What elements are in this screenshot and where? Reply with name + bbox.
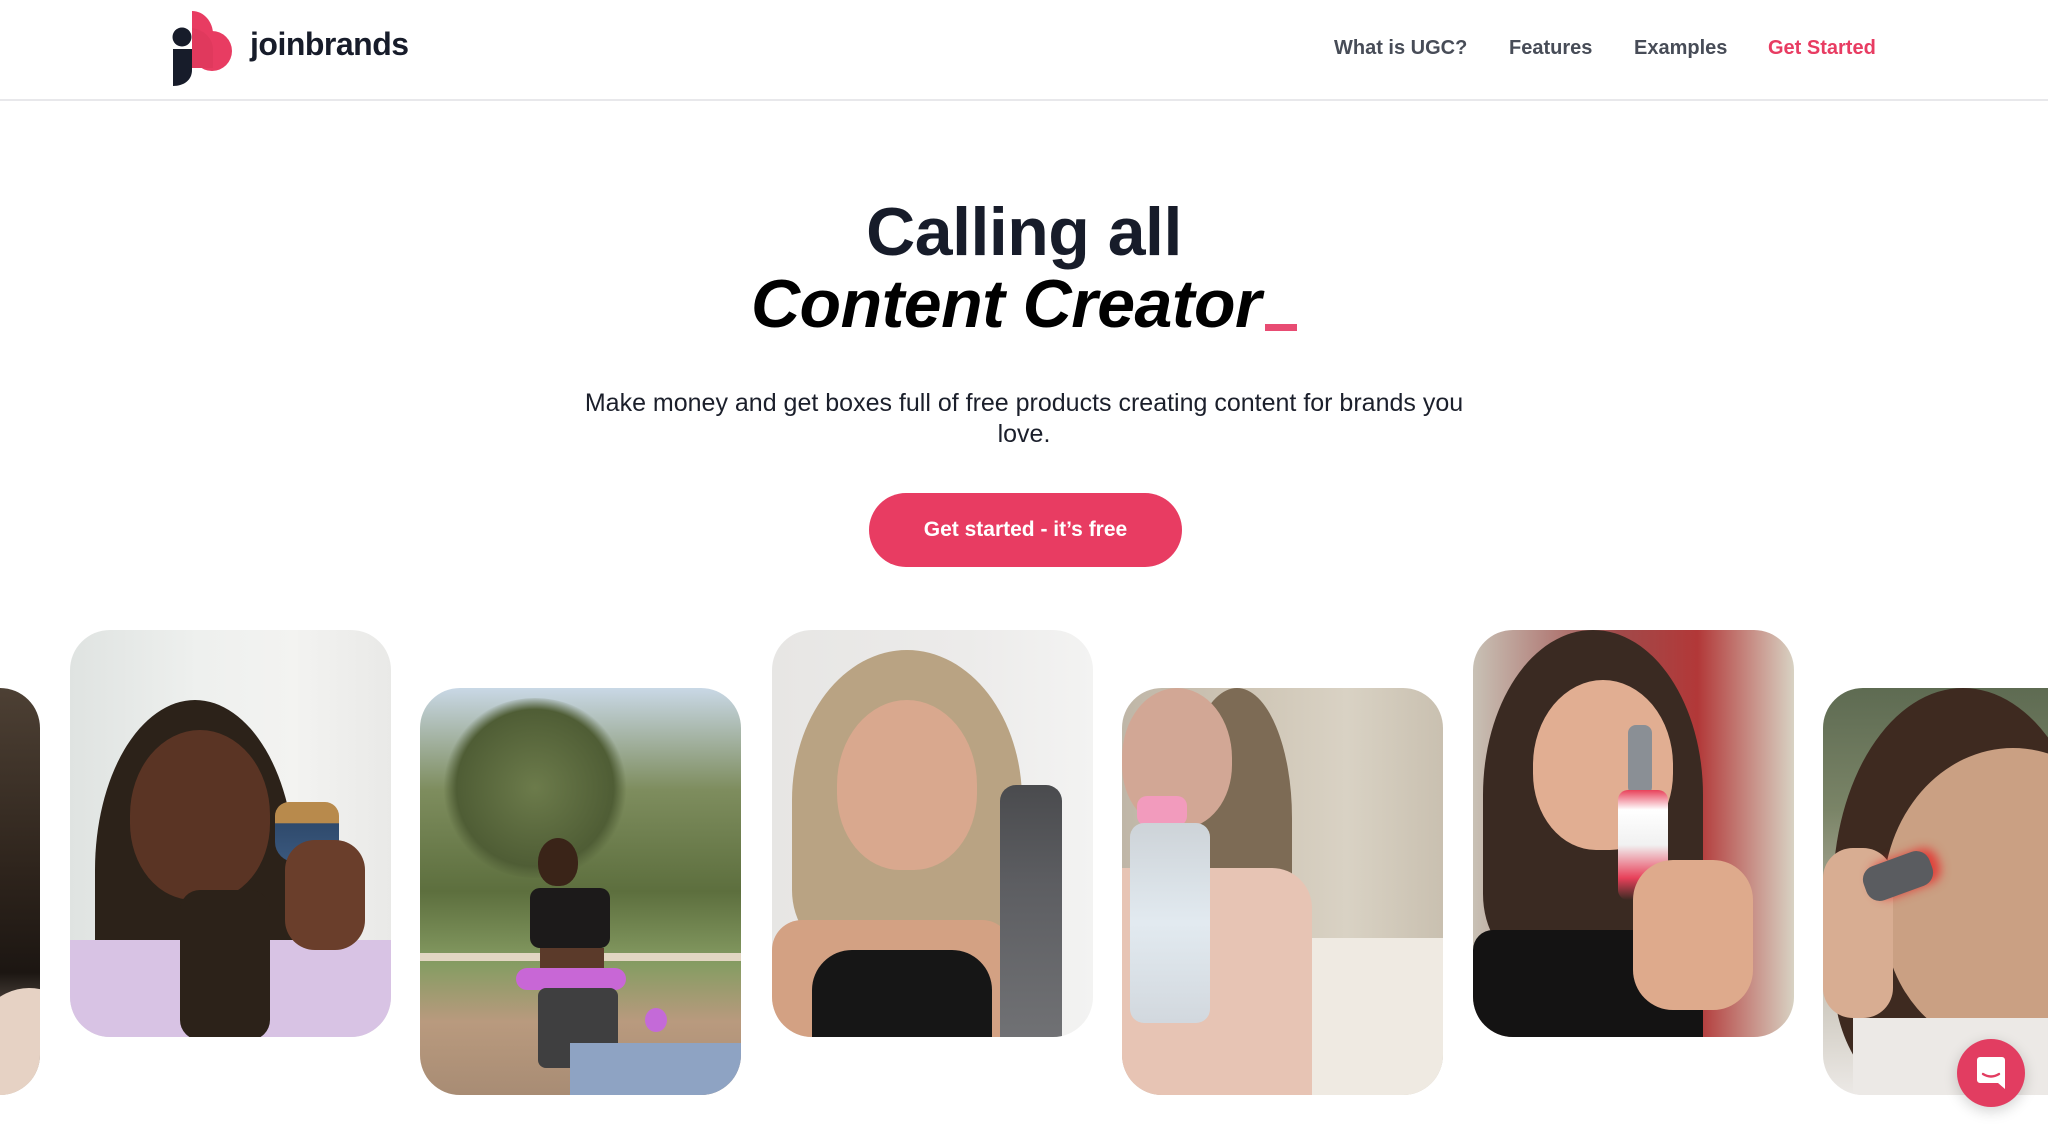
creator-card[interactable] [1823, 688, 2048, 1095]
hula-hoop-product [516, 968, 626, 990]
creator-face [837, 700, 977, 870]
creator-card[interactable] [772, 630, 1093, 1037]
bottle-cap [1137, 796, 1187, 826]
creator-hand [1633, 860, 1753, 1010]
counter [1302, 938, 1443, 1095]
creator-top [530, 888, 610, 948]
ball [645, 1008, 667, 1032]
mat [570, 1043, 741, 1095]
hero-subtitle: Make money and get boxes full of free pr… [584, 389, 1464, 448]
chat-icon [1977, 1057, 2005, 1089]
creator-face [130, 730, 270, 900]
creator-carousel[interactable] [0, 600, 2048, 1127]
palm-tree [440, 698, 630, 878]
creator-top [812, 950, 992, 1037]
get-started-free-button[interactable]: Get started - it’s free [869, 493, 1182, 567]
hero-title-line2: Content Creator [0, 268, 2048, 340]
hero-title-line1: Calling all [866, 194, 1182, 270]
site-header: joinbrands What is UGC? Features Example… [0, 0, 2048, 101]
hero-title: Calling all Content Creator [0, 196, 2048, 340]
creator-head [538, 838, 578, 886]
creator-card[interactable] [420, 688, 741, 1095]
creator-hand [285, 840, 365, 950]
creator-figure [0, 988, 40, 1095]
hero-title-line2-text: Content Creator [750, 266, 1262, 342]
nav-examples[interactable]: Examples [1634, 37, 1727, 60]
creator-card[interactable] [70, 630, 391, 1037]
water-bottle-product [1000, 785, 1062, 1037]
creator-card[interactable] [1473, 630, 1794, 1037]
creator-card[interactable] [0, 688, 40, 1095]
typing-cursor-icon [1265, 324, 1298, 331]
creator-card[interactable] [1122, 688, 1443, 1095]
nav-get-started[interactable]: Get Started [1768, 37, 1876, 60]
clear-bottle-product [1130, 823, 1210, 1023]
main-nav: What is UGC? Features Examples Get Start… [0, 37, 2048, 67]
dropper [1628, 725, 1652, 795]
nav-what-is-ugc[interactable]: What is UGC? [1334, 37, 1467, 60]
nav-features[interactable]: Features [1509, 37, 1592, 60]
creator-braids [180, 890, 270, 1037]
chat-launcher-button[interactable] [1957, 1039, 2025, 1107]
